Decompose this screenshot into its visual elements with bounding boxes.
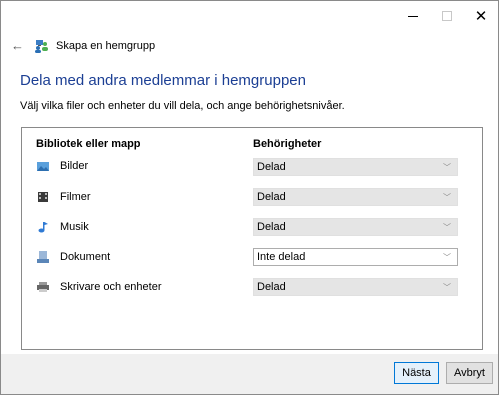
page-heading: Dela med andra medlemmar i hemgruppen	[20, 72, 306, 89]
next-button[interactable]: Nästa	[394, 362, 439, 384]
row-label: Skrivare och enheter	[60, 281, 162, 293]
permission-dropdown-videos[interactable]: Delad ﹀	[253, 188, 458, 206]
row-label: Dokument	[60, 251, 111, 263]
homegroup-icon	[35, 39, 48, 53]
button-bar: Nästa Avbryt	[1, 354, 498, 394]
nav-title: Skapa en hemgrupp	[56, 39, 156, 52]
chevron-down-icon: ﹀	[443, 163, 451, 172]
row-label: Bilder	[60, 160, 89, 172]
caption-buttons: ✕	[396, 1, 498, 31]
row-label-music: Musik	[36, 221, 89, 233]
row-label: Filmer	[60, 191, 91, 203]
permission-dropdown-pictures[interactable]: Delad ﹀	[253, 158, 458, 176]
maximize-icon	[442, 11, 452, 21]
maximize-button	[430, 1, 464, 31]
sharing-panel: Bibliotek eller mapp Behörigheter Bilder…	[21, 127, 483, 350]
pictures-icon	[37, 162, 49, 171]
videos-icon	[38, 192, 48, 202]
row-label-pictures: Bilder	[36, 160, 88, 172]
permission-dropdown-printers[interactable]: Delad ﹀	[253, 278, 458, 296]
documents-icon	[37, 251, 49, 263]
close-button[interactable]: ✕	[464, 1, 498, 31]
page-instruction: Välj vilka filer och enheter du vill del…	[20, 100, 345, 112]
chevron-down-icon: ﹀	[443, 193, 451, 202]
row-label-printers: Skrivare och enheter	[36, 281, 162, 293]
dropdown-value: Delad	[257, 281, 286, 293]
music-icon	[38, 222, 48, 233]
chevron-down-icon: ﹀	[443, 283, 451, 292]
dropdown-value: Inte delad	[257, 251, 306, 263]
homegroup-wizard-window: ✕ ← Skapa en hemgrupp Dela med andra med…	[0, 0, 499, 395]
minimize-button[interactable]	[396, 1, 430, 31]
minimize-icon	[408, 15, 418, 17]
permission-dropdown-music[interactable]: Delad ﹀	[253, 218, 458, 236]
back-arrow-icon[interactable]: ←	[11, 38, 24, 53]
chevron-down-icon: ﹀	[443, 223, 451, 232]
dropdown-value: Delad	[257, 161, 286, 173]
dropdown-value: Delad	[257, 191, 286, 203]
column-header-permissions: Behörigheter	[253, 138, 322, 150]
chevron-down-icon: ﹀	[443, 253, 451, 262]
close-icon: ✕	[474, 7, 488, 25]
cancel-button[interactable]: Avbryt	[446, 362, 493, 384]
row-label: Musik	[60, 221, 89, 233]
permission-dropdown-documents[interactable]: Inte delad ﹀	[253, 248, 458, 266]
printers-icon	[37, 282, 49, 292]
row-label-videos: Filmer	[36, 191, 91, 203]
dropdown-value: Delad	[257, 221, 286, 233]
column-header-library: Bibliotek eller mapp	[36, 138, 141, 150]
navigation-bar: ← Skapa en hemgrupp	[11, 38, 155, 53]
row-label-documents: Dokument	[36, 251, 110, 263]
